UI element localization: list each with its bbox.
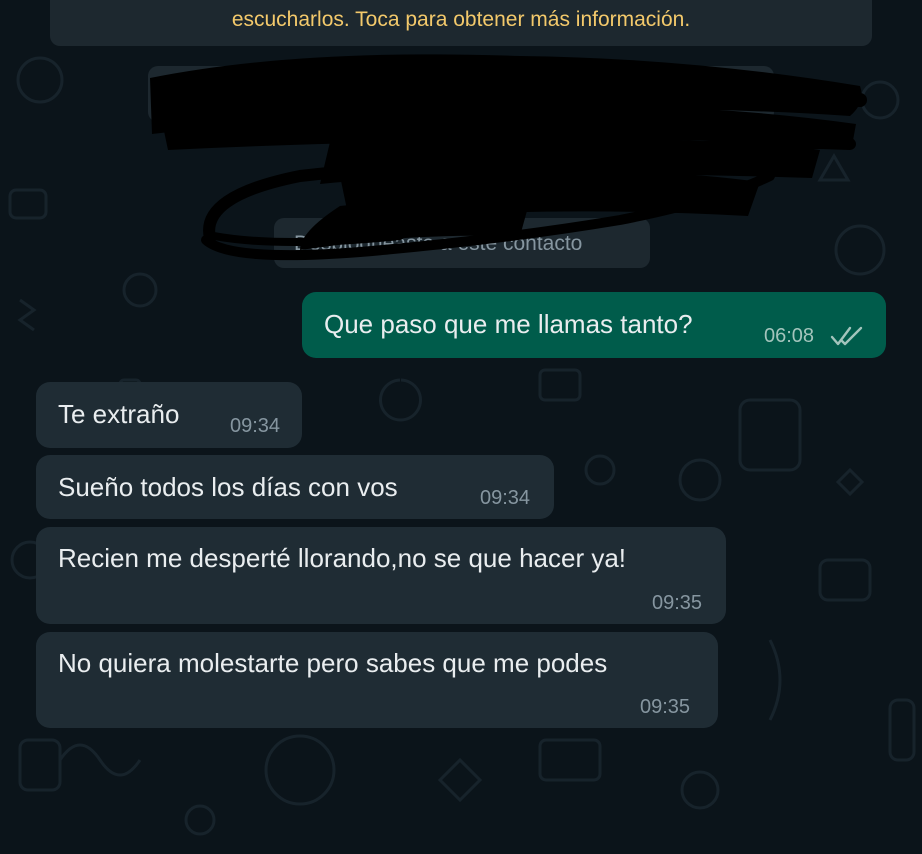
encryption-info-banner[interactable]: escucharlos. Toca para obtener más infor… [50, 0, 872, 46]
system-note-text: arlo. [713, 81, 754, 104]
double-check-icon [830, 326, 863, 346]
message-text: Sueño todos los días con vos [58, 472, 398, 502]
message-timestamp: 09:34 [480, 487, 531, 509]
incoming-message-bubble[interactable]: Sueño todos los días con vos 09:34 [36, 455, 554, 519]
message-text: Que paso que me llamas tanto? [324, 309, 693, 339]
outgoing-message-bubble[interactable]: Que paso que me llamas tanto? 06:08 [302, 292, 886, 358]
message-text: Recien me desperté llorando,no se que ha… [58, 543, 627, 573]
incoming-message-bubble[interactable]: Te extraño 09:34 [36, 382, 302, 448]
message-timestamp: 09:35 [640, 696, 691, 718]
message-timestamp: 09:35 [652, 592, 703, 614]
encryption-info-text: escucharlos. Toca para obtener más infor… [231, 8, 691, 31]
system-note-text: Desbloqueaste a este contacto [294, 232, 583, 255]
system-note-unblocked: Desbloqueaste a este contacto [274, 218, 650, 268]
message-timestamp: 06:08 [764, 325, 815, 347]
message-timestamp: 09:34 [230, 415, 281, 437]
message-text: Te extraño [58, 399, 180, 429]
system-note: arlo. [148, 66, 774, 122]
incoming-message-bubble[interactable]: No quiera molestarte pero sabes que me p… [36, 632, 718, 728]
incoming-message-bubble[interactable]: Recien me desperté llorando,no se que ha… [36, 527, 726, 624]
message-text: No quiera molestarte pero sabes que me p… [58, 648, 608, 678]
